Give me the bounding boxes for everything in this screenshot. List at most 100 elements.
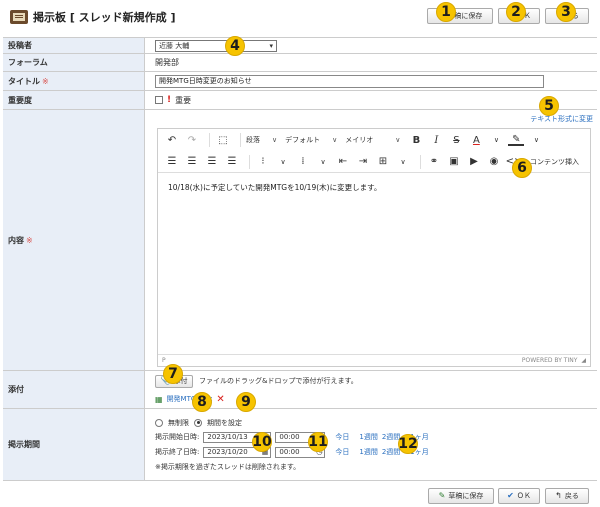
title-row: タイトル ※ 開発MTG日時変更のお知らせ [3, 72, 597, 91]
annotation-marker-5: 5 [539, 96, 559, 116]
title-label: タイトル ※ [3, 72, 145, 90]
forum-label: フォーラム [3, 54, 145, 71]
preview-icon[interactable]: ◉ [486, 154, 502, 170]
annotation-marker-8: 8 [192, 392, 212, 412]
annotation-marker-12: 12 [398, 434, 418, 454]
editor-toolbar-row-1: ↶ ↷ ⬚ 段落 ∨ デフォルト ∨ メイリオ ∨ B I S A ∨ ✎ ∨ [158, 129, 590, 151]
page-title: 掲示板 [ スレッド新規作成 ] [33, 11, 176, 24]
annotation-marker-7: 7 [163, 364, 183, 384]
strikethrough-icon[interactable]: S [448, 132, 464, 148]
content-insert-button[interactable]: コンテンツ挿入 [530, 157, 579, 167]
undo-icon[interactable]: ↶ [164, 132, 180, 148]
required-mark: ※ [42, 76, 49, 86]
align-right-icon[interactable]: ☰ [204, 154, 220, 170]
save-icon: ✎ [438, 491, 446, 500]
unlimited-radio[interactable] [155, 418, 163, 427]
annotation-marker-6: 6 [512, 158, 532, 178]
exclamation-icon: ! [167, 95, 172, 105]
chevron-down-icon[interactable]: ∨ [488, 132, 504, 148]
quick-1week-end[interactable]: 1週間 [359, 447, 377, 457]
annotation-marker-3: 3 [556, 2, 576, 22]
quick-1week-start[interactable]: 1週間 [359, 432, 377, 442]
font-family-dropdown[interactable]: メイリオ ∨ [345, 135, 400, 145]
content-row: 内容 ※ テキスト形式に変更 ↶ ↷ ⬚ 段落 ∨ デフォルト ∨ メイリオ ∨ B I… [3, 110, 597, 371]
forum-value: 開発部 [155, 58, 179, 67]
toolbar-separator [420, 154, 421, 169]
align-left-icon[interactable]: ☰ [164, 154, 180, 170]
align-center-icon[interactable]: ☰ [184, 154, 200, 170]
chevron-down-icon[interactable]: ∨ [395, 154, 411, 170]
chevron-down-icon[interactable]: ∨ [315, 154, 331, 170]
period-note: ※掲示期限を過ぎたスレッドは削除されます。 [155, 462, 301, 471]
link-icon[interactable]: ⚭ [426, 154, 442, 170]
powered-by-label: POWERED BY TINY [521, 357, 578, 364]
unlimited-label: 無制限 [168, 418, 189, 427]
attach-row: 添付 📎 添付 ファイルのドラッグ&ドロップで添付が行えます。 ▦ 開発MTG.… [3, 371, 597, 409]
annotation-marker-2: 2 [506, 2, 526, 22]
footer-back-button[interactable]: ↰ 戻る [545, 488, 589, 504]
editor-path: P [162, 357, 166, 364]
start-datetime-label: 掲示開始日時: [155, 433, 200, 441]
title-area: 掲示板 [ スレッド新規作成 ] [10, 9, 176, 25]
table-icon[interactable]: ⊞ [375, 154, 391, 170]
poster-value: 近藤 大輔 [159, 41, 190, 50]
editor-status-bar: P POWERED BY TINY ◢ [158, 354, 590, 366]
check-icon: ✔ [507, 491, 514, 500]
bulletin-board-icon [10, 10, 28, 24]
annotation-marker-1: 1 [436, 2, 456, 22]
image-icon[interactable]: ▣ [446, 154, 462, 170]
thread-form: 投稿者 近藤 大輔 ▾ フォーラム 開発部 タイトル ※ 開発MTG日時変更のお知… [3, 37, 597, 481]
indent-icon[interactable]: ⇥ [355, 154, 371, 170]
period-label: 掲示期間 [3, 409, 145, 480]
set-period-radio[interactable] [194, 418, 202, 427]
bullet-list-icon[interactable]: ⁝ [255, 154, 271, 170]
footer-ok-button[interactable]: ✔ ＯＫ [498, 488, 540, 504]
importance-option-label: 重要 [175, 95, 192, 105]
font-size-dropdown[interactable]: デフォルト ∨ [285, 135, 337, 145]
required-mark: ※ [26, 235, 33, 245]
excel-file-icon: ▦ [155, 394, 163, 404]
text-color-icon[interactable]: A [468, 132, 484, 148]
chevron-down-icon[interactable]: ∨ [275, 154, 291, 170]
chevron-down-icon: ▾ [269, 41, 273, 50]
poster-row: 投稿者 近藤 大輔 ▾ [3, 38, 597, 54]
annotation-marker-10: 10 [252, 432, 272, 452]
annotation-marker-9: 9 [236, 392, 256, 412]
toolbar-separator [249, 154, 250, 169]
poster-select[interactable]: 近藤 大輔 ▾ [155, 39, 277, 52]
set-period-label: 期間を設定 [207, 418, 242, 427]
annotation-marker-11: 11 [308, 432, 328, 452]
toolbar-separator [240, 133, 241, 147]
content-label: 内容 ※ [3, 110, 145, 370]
forum-row: フォーラム 開発部 [3, 54, 597, 72]
quick-today-end[interactable]: 今日 [335, 447, 349, 457]
select-all-icon[interactable]: ⬚ [215, 132, 231, 148]
importance-row: 重要度 ! 重要 [3, 91, 597, 110]
remove-attachment-icon[interactable]: ✕ [216, 394, 224, 405]
attach-hint: ファイルのドラッグ&ドロップで添付が行えます。 [199, 377, 358, 385]
numbered-list-icon[interactable]: ⁞ [295, 154, 311, 170]
highlight-icon[interactable]: ✎ [508, 134, 525, 146]
bold-icon[interactable]: B [408, 132, 424, 148]
outdent-icon[interactable]: ⇤ [335, 154, 351, 170]
resize-handle-icon[interactable]: ◢ [581, 357, 586, 364]
chevron-down-icon[interactable]: ∨ [528, 132, 544, 148]
period-row: 掲示期間 無制限 期間を設定 掲示開始日時: 2023/10/13▦ 00:00… [3, 409, 597, 481]
toolbar-separator [209, 133, 210, 147]
media-icon[interactable]: ▶ [466, 154, 482, 170]
footer-save-draft-button[interactable]: ✎ 草稿に保存 [428, 488, 494, 504]
italic-icon[interactable]: I [428, 132, 444, 148]
poster-label: 投稿者 [3, 38, 145, 53]
attach-label: 添付 [3, 371, 145, 408]
annotation-marker-4: 4 [225, 36, 245, 56]
end-datetime-label: 掲示終了日時: [155, 448, 200, 456]
importance-checkbox[interactable] [155, 96, 163, 104]
redo-icon[interactable]: ↷ [184, 132, 200, 148]
align-justify-icon[interactable]: ☰ [224, 154, 240, 170]
change-to-text-format-link[interactable]: テキスト形式に変更 [530, 114, 593, 124]
paragraph-dropdown[interactable]: 段落 ∨ [246, 135, 277, 145]
title-input[interactable]: 開発MTG日時変更のお知らせ [155, 74, 544, 88]
back-arrow-icon: ↰ [555, 491, 562, 500]
editor-content-area[interactable]: 10/18(水)に予定していた開発MTGを10/19(木)に変更します。 [158, 174, 590, 354]
quick-today-start[interactable]: 今日 [335, 432, 349, 442]
